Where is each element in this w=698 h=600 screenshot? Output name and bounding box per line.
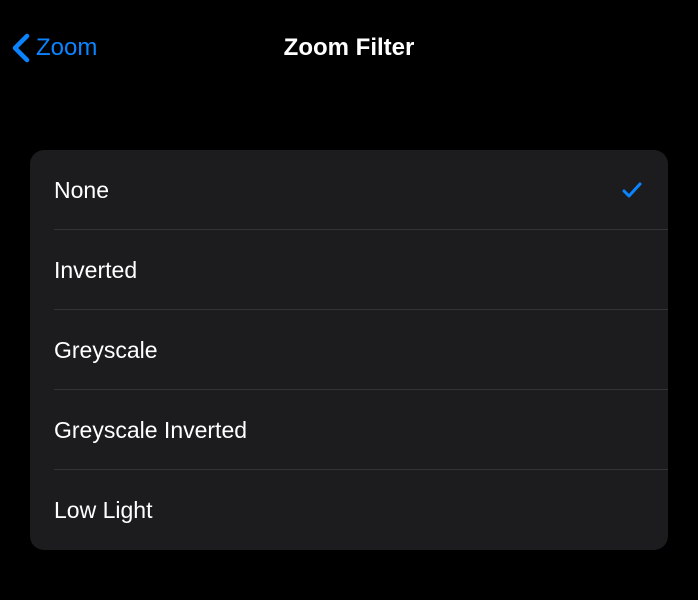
filter-option-greyscale[interactable]: Greyscale bbox=[30, 310, 668, 390]
option-label: Greyscale bbox=[54, 337, 158, 364]
option-label: None bbox=[54, 177, 109, 204]
filter-option-none[interactable]: None bbox=[30, 150, 668, 230]
option-label: Greyscale Inverted bbox=[54, 417, 247, 444]
filter-option-inverted[interactable]: Inverted bbox=[30, 230, 668, 310]
back-label: Zoom bbox=[36, 34, 97, 62]
option-label: Low Light bbox=[54, 497, 152, 524]
chevron-left-icon bbox=[12, 33, 30, 63]
page-title: Zoom Filter bbox=[284, 34, 415, 62]
checkmark-icon bbox=[620, 178, 644, 202]
filter-option-low-light[interactable]: Low Light bbox=[30, 470, 668, 550]
header: Zoom Zoom Filter bbox=[0, 0, 698, 95]
options-list: None Inverted Greyscale Greyscale Invert… bbox=[30, 150, 668, 550]
filter-option-greyscale-inverted[interactable]: Greyscale Inverted bbox=[30, 390, 668, 470]
option-label: Inverted bbox=[54, 257, 137, 284]
back-button[interactable]: Zoom bbox=[12, 33, 97, 63]
